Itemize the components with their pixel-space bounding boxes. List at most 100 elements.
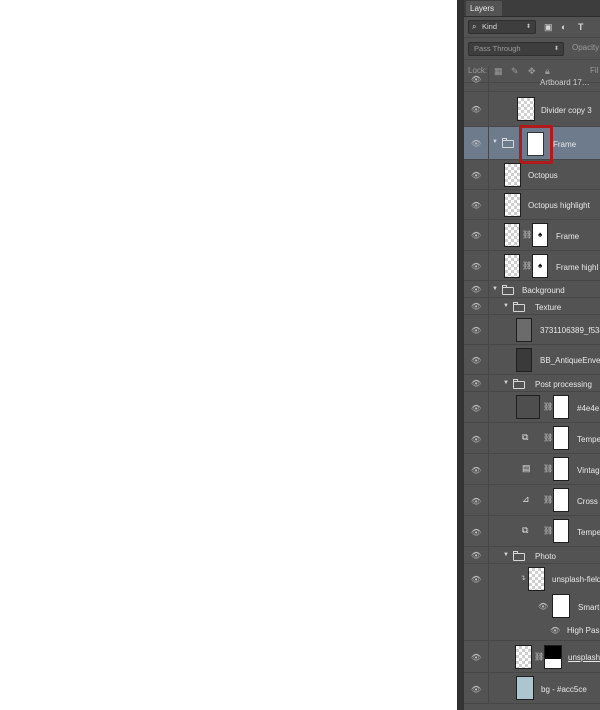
link-chain-icon[interactable]: ⛓︎ — [543, 433, 553, 442]
layer-row[interactable]: 👁︎ ⛓︎ ♠ Frame — [464, 220, 600, 251]
layer-mask-thumbnail: ♠ — [532, 223, 548, 247]
layer-name: Tempe — [577, 528, 600, 537]
eye-icon[interactable]: 👁︎ — [471, 326, 481, 335]
eye-icon[interactable]: 👁︎ — [471, 262, 481, 271]
smart-filters-label: Smart — [578, 603, 600, 612]
layer-thumbnail — [504, 193, 521, 217]
document-canvas[interactable] — [0, 0, 458, 710]
expand-triangle-icon[interactable]: ▼ — [492, 139, 498, 145]
eye-icon[interactable]: 👁︎ — [471, 356, 481, 365]
eye-icon[interactable]: 👁︎ — [471, 404, 481, 413]
link-chain-icon[interactable]: ⛓︎ — [522, 261, 532, 270]
eye-icon[interactable]: 👁︎ — [471, 231, 481, 240]
eye-icon[interactable]: 👁︎ — [471, 685, 481, 694]
expand-triangle-icon[interactable]: ▼ — [503, 303, 509, 309]
link-chain-icon[interactable]: ⛓︎ — [534, 652, 544, 661]
photo-filter-adjustment-icon: ⧉ — [522, 432, 529, 442]
highlight-box — [519, 125, 553, 164]
layer-name: Divider copy 3 — [541, 106, 592, 115]
eye-icon[interactable]: 👁︎ — [471, 201, 481, 210]
eye-icon[interactable]: 👁︎ — [471, 435, 481, 444]
layer-row[interactable]: 👁︎ ⛓︎ #4e4e — [464, 392, 600, 423]
curves-adjustment-icon: ⊿ — [522, 494, 530, 504]
blend-mode-select[interactable]: Pass Through ⬍ — [468, 42, 564, 56]
layer-name: 3731106389_f534 — [540, 326, 600, 335]
eye-icon[interactable]: 👁︎ — [550, 626, 560, 635]
eye-icon[interactable]: 👁︎ — [471, 653, 481, 662]
layer-row[interactable]: 👁︎ Artboard 17… — [464, 66, 600, 92]
layer-row[interactable]: 👁︎ BB_AntiqueEnvel — [464, 345, 600, 375]
eye-icon[interactable]: 👁︎ — [471, 105, 481, 114]
layer-mask-thumbnail — [553, 519, 569, 543]
link-chain-icon[interactable]: ⛓︎ — [543, 526, 553, 535]
tab-layers[interactable]: Layers — [466, 1, 502, 16]
fill-thumbnail — [516, 395, 540, 419]
layer-row[interactable]: 👁︎ Octopus — [464, 160, 600, 190]
eye-icon[interactable]: 👁︎ — [471, 285, 481, 294]
image-filter-icon[interactable]: ▣ — [544, 20, 553, 34]
layer-name: BB_AntiqueEnvel — [540, 356, 600, 365]
folder-icon — [502, 138, 514, 148]
layer-row[interactable]: 👁︎ ⛓︎ unsplash — [464, 641, 600, 673]
layer-row[interactable]: 👁︎ ⧉ ⛓︎ Tempe — [464, 516, 600, 547]
layer-row[interactable]: 👁︎ Divider copy 3 — [464, 92, 600, 127]
eye-icon[interactable]: 👁︎ — [471, 551, 481, 560]
search-icon: ⌕ — [472, 22, 477, 31]
layer-mask-thumbnail — [553, 488, 569, 512]
layer-row[interactable]: 👁︎ ⊿ ⛓︎ Cross — [464, 485, 600, 516]
group-row[interactable]: 👁︎ ▼ Post processing — [464, 375, 600, 392]
layer-name: Artboard 17… — [540, 78, 590, 87]
layer-row[interactable]: 👁︎ ⧉ ⛓︎ Tempe — [464, 423, 600, 454]
eye-icon[interactable]: 👁︎ — [471, 528, 481, 537]
eye-icon[interactable]: 👁︎ — [471, 497, 481, 506]
clipping-arrow-icon: ↴ — [520, 575, 526, 582]
layer-name: Tempe — [577, 435, 600, 444]
layer-row[interactable]: 👁︎ ⛓︎ ♠ Frame highl — [464, 251, 600, 281]
layer-name: Frame highl — [556, 263, 599, 272]
expand-triangle-icon[interactable]: ▼ — [492, 286, 498, 292]
expand-triangle-icon[interactable]: ▼ — [503, 552, 509, 558]
filter-kind-select[interactable]: ⌕ Kind ⬍ — [468, 20, 536, 34]
layer-row[interactable]: 👁︎ 3731106389_f534 — [464, 315, 600, 345]
group-name: Texture — [535, 303, 562, 312]
group-row[interactable]: 👁︎ ▼ Photo — [464, 547, 600, 564]
layer-row-selected[interactable]: 👁︎ ▼ Frame — [464, 125, 600, 164]
layer-row[interactable]: 👁︎ bg - #acc5ce — [464, 673, 600, 704]
link-chain-icon[interactable]: ⛓︎ — [543, 495, 553, 504]
group-row[interactable]: 👁︎ ▼ Texture — [464, 298, 600, 315]
link-chain-icon[interactable]: ⛓︎ — [543, 464, 553, 473]
expand-triangle-icon[interactable]: ▼ — [503, 380, 509, 386]
eye-icon[interactable]: 👁︎ — [471, 379, 481, 388]
color-fill-thumbnail — [516, 676, 534, 700]
link-chain-icon[interactable]: ⛓︎ — [543, 402, 553, 411]
group-name: Photo — [535, 552, 556, 561]
link-chain-icon[interactable]: ⛓︎ — [522, 230, 532, 239]
layer-thumbnail — [528, 567, 545, 591]
updown-caret-icon: ⬍ — [553, 46, 559, 52]
adjustment-filter-icon[interactable]: ◐ — [561, 20, 566, 34]
folder-icon — [513, 379, 525, 389]
eye-icon[interactable]: 👁︎ — [471, 171, 481, 180]
eye-icon[interactable]: 👁︎ — [471, 139, 481, 148]
layer-thumbnail — [504, 254, 520, 278]
eye-icon[interactable]: 👁︎ — [471, 466, 481, 475]
smart-filter-mask-thumbnail — [552, 594, 570, 618]
eye-icon[interactable]: 👁︎ — [471, 575, 481, 584]
layer-row[interactable]: 👁︎ Octopus highlight — [464, 190, 600, 220]
group-row[interactable]: 👁︎ ▼ Background — [464, 281, 600, 298]
photo-filter-adjustment-icon: ⧉ — [522, 525, 529, 535]
layer-name: Frame — [553, 140, 577, 149]
layer-thumbnail — [516, 348, 532, 372]
layer-name: unsplash-field — [552, 575, 600, 584]
eye-icon[interactable]: 👁︎ — [471, 75, 481, 84]
layer-name: Octopus — [528, 171, 558, 180]
folder-icon — [502, 285, 514, 295]
updown-caret-icon: ⬍ — [525, 24, 531, 30]
type-filter-icon[interactable]: T — [578, 20, 584, 34]
layer-name: Frame — [556, 232, 580, 241]
smart-object-row[interactable]: 👁︎ ↴ unsplash-field 👁︎ Smart 👁︎ High Pas — [464, 564, 600, 641]
layer-row[interactable]: 👁︎ ▤ ⛓︎ Vintag — [464, 454, 600, 485]
eye-icon[interactable]: 👁︎ — [471, 302, 481, 311]
layer-mask-thumbnail — [553, 395, 569, 419]
eye-icon[interactable]: 👁︎ — [538, 602, 548, 611]
